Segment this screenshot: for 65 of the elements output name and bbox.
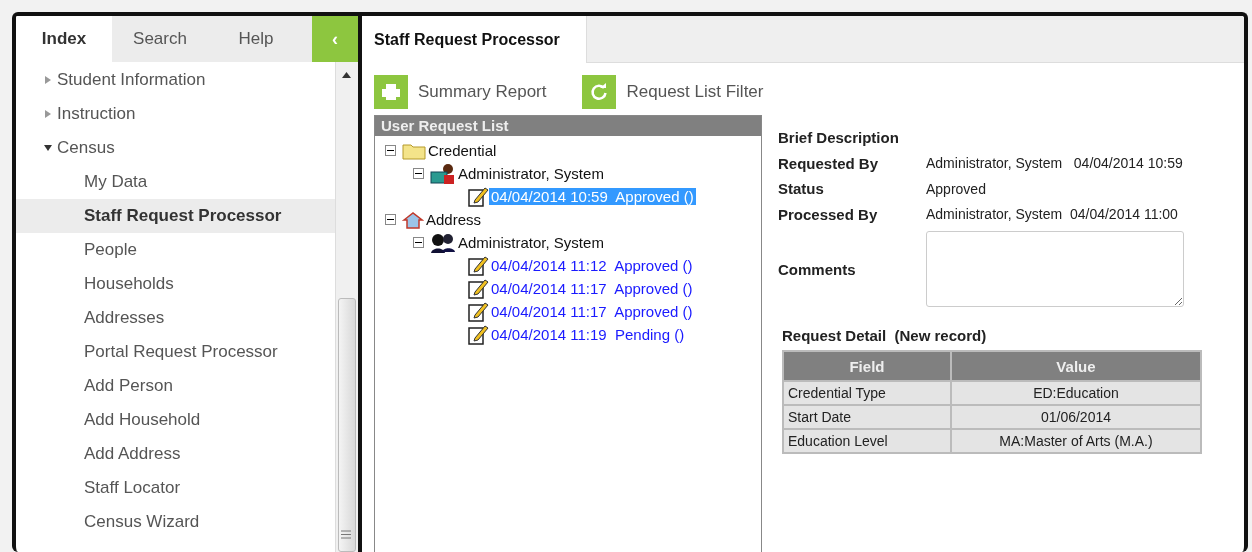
- page-tab[interactable]: Staff Request Processor: [362, 16, 587, 63]
- refresh-icon: [590, 83, 609, 101]
- field-label: Status: [778, 180, 825, 198]
- field-label: Comments: [778, 260, 857, 278]
- nav-subitem[interactable]: My Data: [16, 165, 335, 199]
- collapse-icon[interactable]: [385, 214, 396, 225]
- nav-subitem[interactable]: Addresses: [16, 301, 335, 335]
- request-entry[interactable]: 04/04/2014 11:19 Pending (): [489, 326, 687, 343]
- panel-header: User Request List: [375, 116, 761, 136]
- nav-subitem[interactable]: Add Household: [16, 403, 335, 437]
- table-cell: 01/06/2014: [950, 405, 1201, 429]
- nav-subitem[interactable]: Staff Request Processor: [16, 199, 335, 233]
- field-label: Processed By: [778, 205, 879, 223]
- nav-subitem[interactable]: Staff Locator: [16, 471, 335, 505]
- nav-item[interactable]: Instruction: [16, 97, 335, 131]
- triangle-down-icon: [44, 144, 52, 152]
- section-title: Request Detail (New record): [782, 327, 988, 344]
- tree-node-label[interactable]: Administrator, System: [456, 165, 606, 182]
- notepad-pencil-icon: [467, 277, 489, 300]
- field-label: Requested By: [778, 154, 880, 172]
- column-header: Field: [783, 351, 951, 381]
- toolbar-button[interactable]: Summary Report: [374, 75, 547, 109]
- scrollbar[interactable]: [335, 62, 358, 552]
- nav-subitem[interactable]: People: [16, 233, 335, 267]
- nav-subitem[interactable]: Add Person: [16, 369, 335, 403]
- table-cell: Start Date: [783, 405, 951, 429]
- request-entry[interactable]: 04/04/2014 11:17 Approved (): [489, 280, 695, 297]
- table-cell: MA:Master of Arts (M.A.): [950, 429, 1201, 453]
- notepad-pencil-icon: [467, 185, 489, 208]
- notepad-pencil-icon: [467, 254, 489, 277]
- field-value: Approved: [926, 180, 986, 197]
- field-value: Administrator, System 04/04/2014 10:59: [926, 155, 1183, 172]
- tree-node-label[interactable]: Address: [424, 211, 484, 228]
- table-cell: Credential Type: [783, 381, 951, 405]
- scroll-up-icon[interactable]: [342, 72, 351, 78]
- toolbar-button[interactable]: Request List Filter: [582, 75, 764, 109]
- triangle-right-icon: [44, 76, 52, 84]
- field-label: Brief Description: [778, 128, 900, 149]
- nav-subitem[interactable]: Portal Request Processor: [16, 335, 335, 369]
- table-cell: Education Level: [783, 429, 951, 453]
- tree-node-label[interactable]: Administrator, System: [456, 234, 606, 251]
- nav-subitem[interactable]: Households: [16, 267, 335, 301]
- collapse-icon[interactable]: [413, 168, 424, 179]
- nav-subitem[interactable]: Add Address: [16, 437, 335, 471]
- comments-field[interactable]: [926, 231, 1184, 307]
- notepad-pencil-icon: [467, 300, 489, 323]
- field-value: Administrator, System 04/04/2014 11:00: [926, 206, 1178, 223]
- tree-node-label[interactable]: Credential: [426, 142, 499, 159]
- nav-item[interactable]: Census: [16, 131, 335, 165]
- folder-icon: [402, 141, 426, 160]
- grip-icon: [341, 530, 351, 539]
- request-entry[interactable]: 04/04/2014 11:12 Approved (): [489, 257, 695, 274]
- column-header: Value: [950, 351, 1201, 381]
- table-cell: ED:Education: [950, 381, 1201, 405]
- nav-item[interactable]: Student Information: [16, 63, 335, 97]
- triangle-right-icon: [44, 110, 52, 118]
- person-briefcase-icon: [430, 162, 456, 185]
- people-icon: [430, 231, 456, 254]
- collapse-icon[interactable]: [413, 237, 424, 248]
- house-icon: [402, 210, 424, 229]
- nav-subitem[interactable]: Census Wizard: [16, 505, 335, 539]
- sidebar-tab[interactable]: Index: [16, 16, 112, 62]
- request-entry[interactable]: 04/04/2014 11:17 Approved (): [489, 303, 695, 320]
- collapse-icon[interactable]: [385, 145, 396, 156]
- notepad-pencil-icon: [467, 323, 489, 346]
